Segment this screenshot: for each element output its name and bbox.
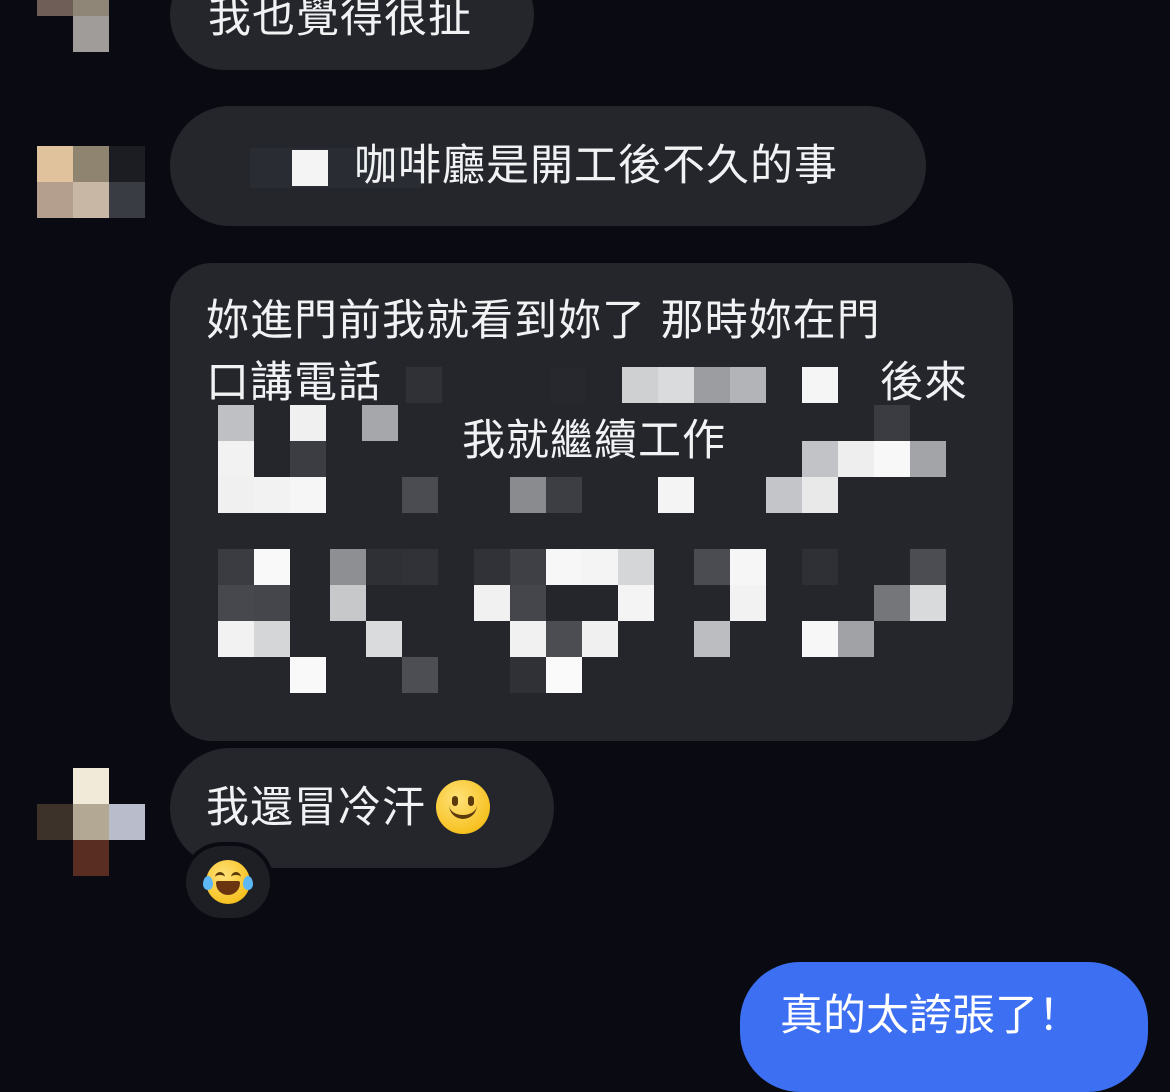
- message-text: 我也覺得很扯: [208, 0, 472, 43]
- message-bubble[interactable]: 妳進門前我就看到妳了 那時妳在門 口講電話 後來 我就繼續工作: [170, 263, 1013, 741]
- message-reaction[interactable]: [186, 846, 270, 918]
- redacted-area: [292, 150, 328, 186]
- outgoing-message-bubble[interactable]: 真的太誇張了！: [740, 962, 1148, 1092]
- message-bubble[interactable]: 咖啡廳是開工後不久的事: [170, 106, 926, 226]
- message-text: 真的太誇張了！: [780, 991, 1081, 1041]
- sender-avatar[interactable]: [37, 0, 145, 88]
- chat-thread: 我也覺得很扯 咖啡廳是開工後不久的事 妳進門前我就看到妳了 那時妳在門 口講電話…: [0, 0, 1170, 1092]
- message-text: 我還冒冷汗: [206, 779, 490, 836]
- slightly-smiling-face-icon: [436, 779, 490, 834]
- tears-of-joy-icon: [203, 860, 253, 904]
- sender-avatar[interactable]: [37, 768, 145, 876]
- sender-avatar[interactable]: [37, 146, 145, 254]
- message-bubble[interactable]: 我也覺得很扯: [170, 0, 534, 70]
- redacted-area: [170, 263, 1013, 741]
- message-text: 咖啡廳是開工後不久的事: [354, 141, 838, 191]
